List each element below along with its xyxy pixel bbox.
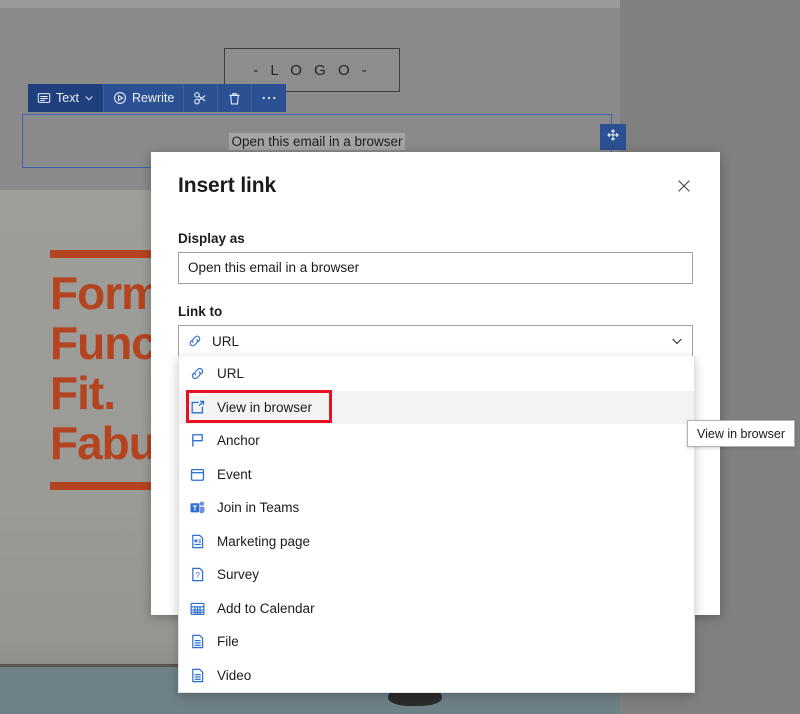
svg-text:?: ?	[195, 571, 200, 580]
toolbar-more-button[interactable]	[252, 84, 286, 112]
dropdown-item-anchor[interactable]: Anchor	[179, 424, 694, 458]
logo-placeholder-label: - L O G O -	[253, 61, 371, 79]
calendar-add-icon	[187, 598, 207, 618]
dropdown-item-video[interactable]: Video	[179, 659, 694, 693]
chevron-down-icon	[84, 93, 94, 103]
toolbar-rewrite-button[interactable]: Rewrite	[104, 84, 185, 112]
svg-text:T: T	[192, 504, 197, 513]
display-as-label: Display as	[178, 231, 245, 246]
flag-icon	[187, 431, 207, 451]
dropdown-item-label: Survey	[217, 567, 260, 583]
dropdown-item-label: Marketing page	[217, 533, 311, 549]
close-icon	[676, 178, 692, 199]
toolbar-text-button[interactable]: Text	[28, 84, 104, 112]
dropdown-item-url[interactable]: URL	[179, 357, 694, 391]
link-icon	[187, 333, 203, 349]
block-move-handle[interactable]	[600, 124, 626, 150]
dropdown-item-label: File	[217, 634, 239, 650]
page-icon	[187, 531, 207, 551]
chevron-down-icon[interactable]	[670, 334, 684, 348]
calendar-icon	[187, 464, 207, 484]
dropdown-item-label: View in browser	[217, 399, 313, 415]
dropdown-item-label: Add to Calendar	[217, 600, 315, 616]
dropdown-item-label: Join in Teams	[217, 500, 300, 516]
teams-icon: T	[187, 498, 207, 518]
link-to-label: Link to	[178, 304, 223, 319]
survey-icon: ?	[187, 565, 207, 585]
link-to-dropdown-list[interactable]: URL View in browser Anchor Event T Join in Te…	[178, 356, 695, 693]
dropdown-item-label: Anchor	[217, 433, 260, 449]
dropdown-item-marketing-page[interactable]: Marketing page	[179, 525, 694, 559]
display-as-input[interactable]: Open this email in a browser	[178, 252, 693, 284]
link-icon	[187, 364, 207, 384]
ellipsis-icon	[261, 95, 277, 101]
dropdown-item-survey[interactable]: ? Survey	[179, 558, 694, 592]
scissors-icon	[193, 91, 208, 106]
dialog-close-button[interactable]	[670, 174, 698, 202]
dropdown-item-add-to-calendar[interactable]: Add to Calendar	[179, 592, 694, 626]
toolbar-rewrite-label: Rewrite	[131, 91, 175, 105]
banner-link-text[interactable]: Open this email in a browser	[229, 132, 405, 150]
trash-icon	[227, 91, 242, 106]
rewrite-icon	[113, 91, 127, 105]
move-arrows-icon	[606, 128, 620, 147]
video-file-icon	[187, 665, 207, 685]
link-to-selected-value: URL	[212, 333, 240, 349]
block-toolbar: Text Rewrite	[28, 84, 287, 112]
dropdown-item-event[interactable]: Event	[179, 458, 694, 492]
file-icon	[187, 632, 207, 652]
toolbar-delete-button[interactable]	[218, 84, 253, 112]
tooltip: View in browser	[687, 420, 796, 447]
text-block-icon	[37, 91, 51, 105]
dropdown-item-label: Video	[217, 667, 252, 683]
dropdown-item-label: URL	[217, 366, 245, 382]
link-to-combobox[interactable]: URL	[178, 325, 693, 357]
open-window-icon	[187, 397, 207, 417]
dialog-title: Insert link	[178, 174, 277, 197]
dropdown-item-join-in-teams[interactable]: T Join in Teams	[179, 491, 694, 525]
dropdown-item-label: Event	[217, 466, 252, 482]
toolbar-text-label: Text	[56, 91, 79, 105]
tooltip-label: View in browser	[697, 426, 786, 441]
toolbar-cut-button[interactable]	[184, 84, 219, 112]
dropdown-item-file[interactable]: File	[179, 625, 694, 659]
dropdown-item-view-in-browser[interactable]: View in browser	[179, 390, 694, 424]
